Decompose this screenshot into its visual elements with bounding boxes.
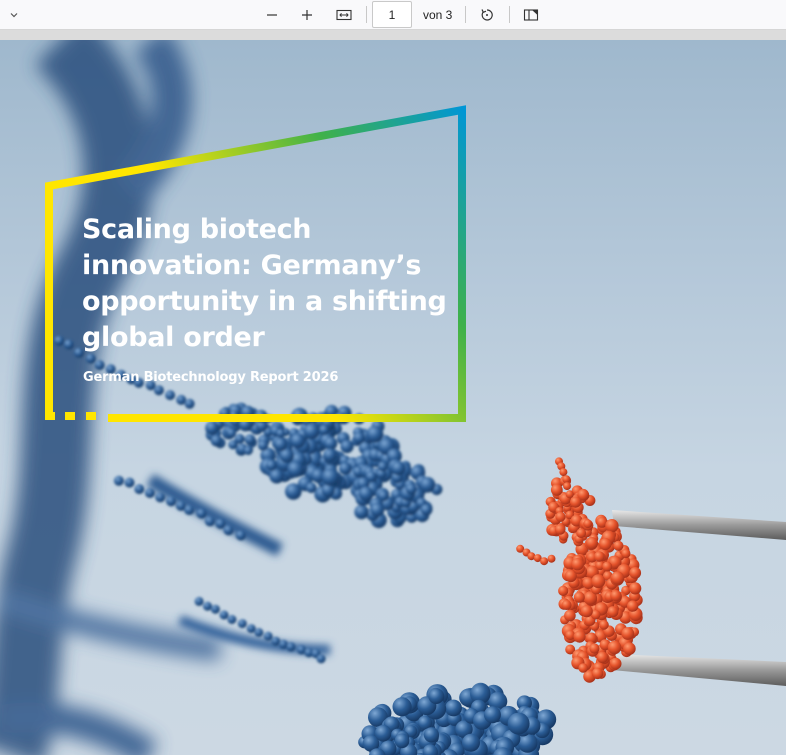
zoom-out-button[interactable] [259, 3, 285, 27]
page-total-label: von 3 [423, 8, 453, 22]
toolbar-divider [509, 6, 510, 23]
minus-icon [267, 14, 277, 16]
chevron-down-icon[interactable] [1, 3, 27, 27]
page-view-icon [523, 9, 539, 21]
cover-title: Scaling biotech innovation: Germany’s op… [82, 214, 447, 353]
zoom-in-button[interactable] [294, 3, 320, 27]
cover-frame [45, 105, 466, 422]
toolbar-divider [366, 6, 367, 23]
fit-width-button[interactable] [331, 3, 357, 27]
rotate-icon [481, 9, 493, 21]
toolbar-divider [465, 6, 466, 23]
rotate-button[interactable] [474, 3, 500, 27]
page-number-input[interactable] [372, 1, 412, 28]
pdf-toolbar: von 3 [0, 0, 786, 30]
page-view-button[interactable] [518, 3, 544, 27]
cover-subtitle: German Biotechnology Report 2026 [83, 370, 339, 385]
fit-width-icon [336, 9, 352, 21]
pdf-page: Scaling biotech innovation: Germany’s op… [0, 40, 786, 755]
plus-icon [302, 10, 312, 20]
